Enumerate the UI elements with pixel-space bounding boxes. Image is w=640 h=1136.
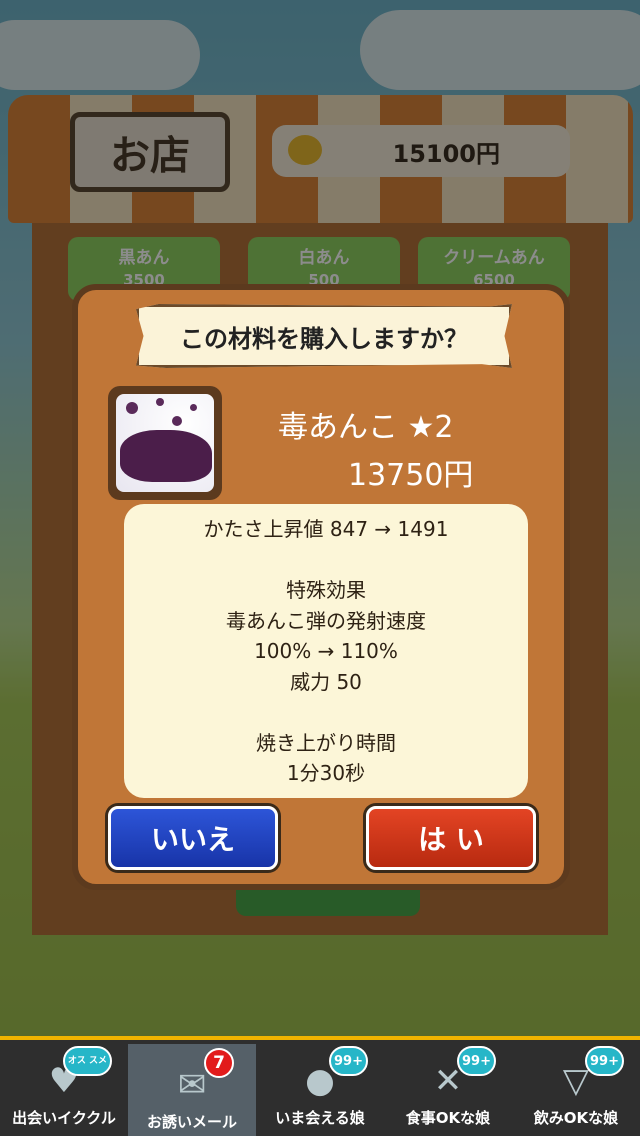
- bubble-dot: [156, 398, 164, 406]
- count-badge: 99+: [329, 1046, 368, 1076]
- info-line: 特殊効果: [286, 578, 366, 602]
- nav-item-meal-ok[interactable]: ✕ 99+ 食事OKな娘: [384, 1040, 512, 1136]
- dialog-title: この材料を購入しますか？: [136, 304, 512, 368]
- info-line: 威力 50: [290, 669, 362, 694]
- nav-item-ikukuru[interactable]: ♥ オス スメ 出会いイククル: [0, 1040, 128, 1136]
- unread-badge: 7: [204, 1048, 234, 1078]
- poison-anko-image: [116, 394, 214, 492]
- bubble-dot: [126, 402, 138, 414]
- nav-label: お誘いメール: [146, 1113, 237, 1131]
- bubble-dot: [172, 416, 182, 426]
- nav-item-drink-ok[interactable]: ▽ 99+ 飲みOKな娘: [512, 1040, 640, 1136]
- item-info-box: かたさ上昇値 847 → 1491 特殊効果 毒あんこ弾の発射速度 100% →…: [124, 504, 528, 798]
- info-line: 焼き上がり時間: [256, 730, 396, 755]
- nav-item-available-now[interactable]: ● 99+ いま会える娘: [256, 1040, 384, 1136]
- count-badge: 99+: [457, 1046, 496, 1076]
- info-line: 100% → 110%: [254, 639, 398, 663]
- recommend-badge: オス スメ: [62, 1046, 112, 1076]
- bubble-dot: [190, 404, 197, 411]
- nav-label: いま会える娘: [275, 1109, 365, 1127]
- item-name: 毒あんこ ★2: [278, 410, 454, 445]
- info-line: 1分30秒: [286, 761, 366, 785]
- yes-button[interactable]: は い: [366, 806, 536, 870]
- info-line: かたさ上昇値 847 → 1491: [203, 517, 449, 541]
- nav-label: 出会いイククル: [12, 1109, 116, 1127]
- count-badge: 99+: [585, 1046, 624, 1076]
- bottom-nav-bar: ♥ オス スメ 出会いイククル ✉ 7 お誘いメール ● 99+ いま会える娘 …: [0, 1036, 640, 1136]
- no-button[interactable]: いいえ: [108, 806, 278, 870]
- info-line: [124, 697, 528, 728]
- purchase-dialog: この材料を購入しますか？ 毒あんこ ★2 13750円 かたさ上昇値 847 →…: [72, 284, 570, 890]
- nav-item-invite-mail[interactable]: ✉ 7 お誘いメール: [128, 1044, 256, 1136]
- item-price: 13750円: [348, 458, 474, 493]
- info-line: [124, 545, 528, 576]
- poison-anko-blob: [120, 430, 212, 482]
- nav-label: 食事OKな娘: [405, 1109, 491, 1127]
- info-line: 毒あんこ弾の発射速度: [226, 608, 426, 633]
- item-thumbnail: [108, 386, 222, 500]
- nav-label: 飲みOKな娘: [533, 1109, 619, 1127]
